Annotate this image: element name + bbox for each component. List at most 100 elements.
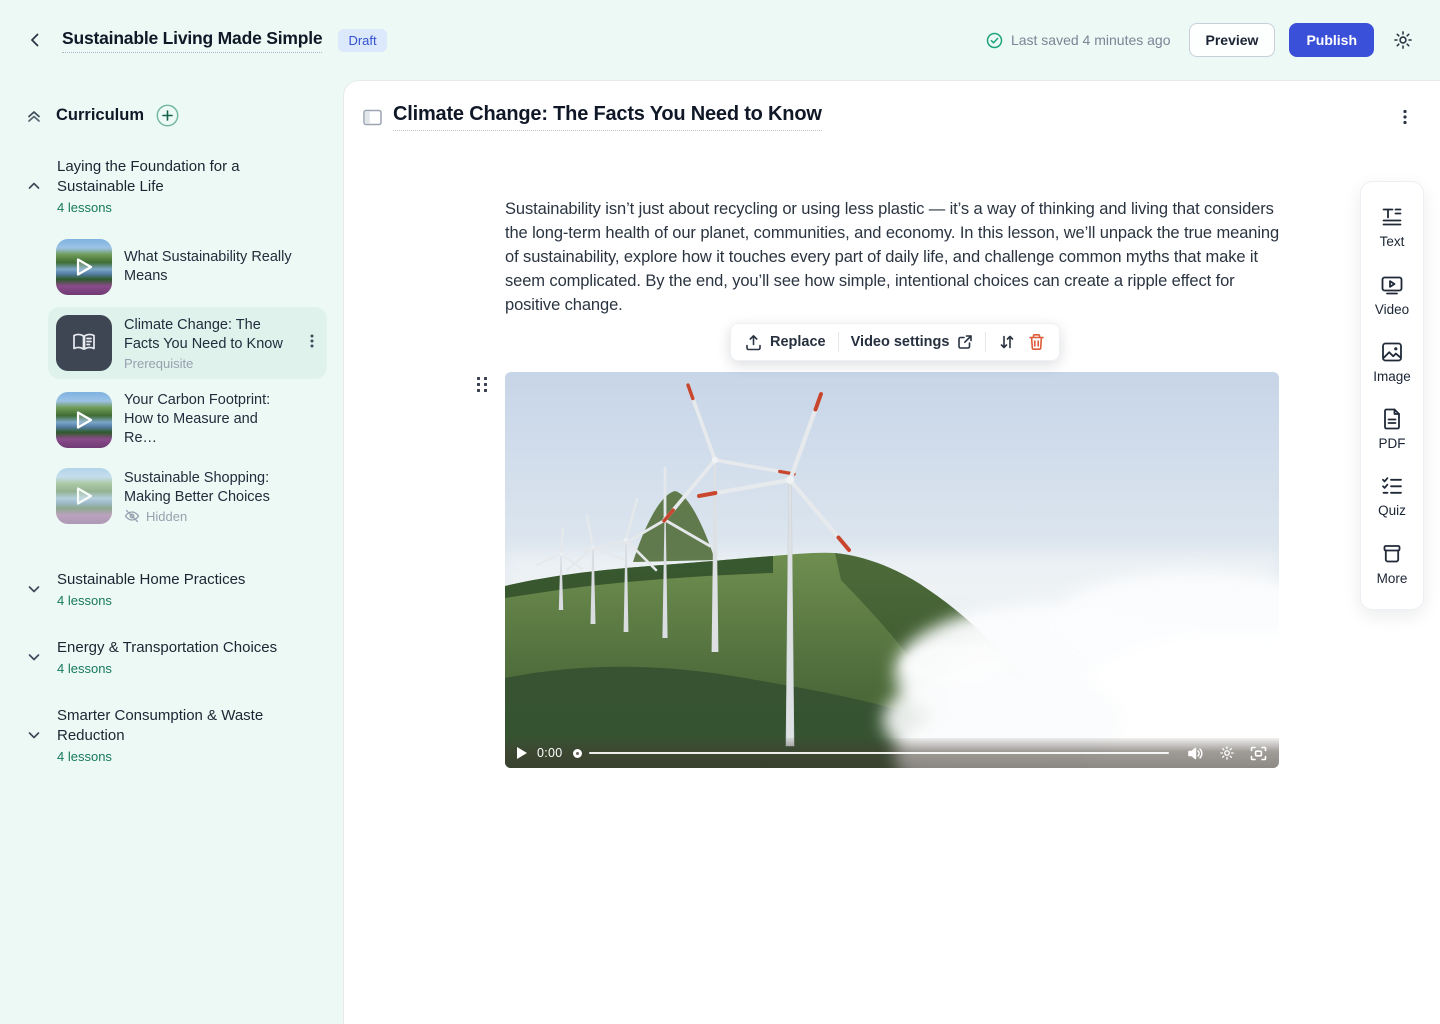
external-link-icon <box>957 334 973 350</box>
move-block-button[interactable] <box>998 333 1016 351</box>
section-lesson-count: 4 lessons <box>57 749 289 764</box>
video-timestamp: 0:00 <box>537 746 563 760</box>
curriculum-sidebar: Curriculum Laying the Foundation for a S… <box>0 80 343 1024</box>
section-title: Sustainable Home Practices <box>57 570 245 590</box>
image-block-icon <box>1380 340 1404 364</box>
add-section-button[interactable] <box>156 104 179 127</box>
add-pdf-block-button[interactable]: PDF <box>1379 407 1406 451</box>
replace-video-button[interactable]: Replace <box>745 334 826 351</box>
player-gear-icon <box>1219 745 1235 761</box>
kebab-menu-icon <box>1398 108 1412 126</box>
lesson-title: Sustainable Shopping: Making Better Choi… <box>124 469 319 507</box>
panel-left-icon <box>363 109 382 126</box>
lesson-row[interactable]: Your Carbon Footprint: How to Measure an… <box>48 383 327 456</box>
play-overlay-icon <box>56 468 112 524</box>
status-badge: Draft <box>338 29 386 52</box>
lesson-row[interactable]: What Sustainability Really Means <box>48 231 327 303</box>
lesson-page-title[interactable]: Climate Change: The Facts You Need to Kn… <box>393 103 822 131</box>
chevron-down-icon[interactable] <box>24 649 44 665</box>
more-blocks-button[interactable]: More <box>1377 542 1408 586</box>
chevron-left-icon <box>26 31 44 49</box>
video-thumbnail <box>56 392 112 448</box>
chevron-up-icon[interactable] <box>24 178 44 194</box>
curriculum-section[interactable]: Laying the Foundation for a Sustainable … <box>24 157 331 215</box>
back-button[interactable] <box>22 27 48 53</box>
section-title: Energy & Transportation Choices <box>57 638 277 658</box>
course-editor: Sustainable Living Made Simple Draft Las… <box>0 0 1440 1024</box>
chevron-down-icon[interactable] <box>24 727 44 743</box>
add-image-block-button[interactable]: Image <box>1373 340 1411 384</box>
open-book-icon <box>71 331 97 355</box>
video-player[interactable]: 0:00 <box>505 372 1279 768</box>
publish-button[interactable]: Publish <box>1289 23 1374 57</box>
sort-arrows-icon <box>998 333 1016 351</box>
collapse-all-button[interactable] <box>24 106 44 126</box>
toolbar-divider <box>838 332 839 352</box>
toolbar-divider <box>985 332 986 352</box>
chevron-down-icon[interactable] <box>24 581 44 597</box>
lesson-menu-button[interactable] <box>1394 104 1416 130</box>
upload-icon <box>745 334 762 351</box>
volume-button[interactable] <box>1187 746 1204 761</box>
add-quiz-block-button[interactable]: Quiz <box>1378 474 1406 518</box>
play-overlay-icon <box>56 392 112 448</box>
quiz-block-icon <box>1380 474 1404 498</box>
play-overlay-icon <box>56 239 112 295</box>
pdf-block-icon <box>1380 407 1404 431</box>
preview-button[interactable]: Preview <box>1189 23 1276 57</box>
curriculum-heading: Curriculum <box>56 106 144 125</box>
section-lesson-count: 4 lessons <box>57 661 277 676</box>
video-thumbnail <box>56 239 112 295</box>
eye-off-icon <box>124 509 140 523</box>
fullscreen-button[interactable] <box>1250 746 1267 761</box>
lesson-title: Climate Change: The Facts You Need to Kn… <box>124 316 293 354</box>
wind-turbines-video-frame <box>505 372 1279 768</box>
video-settings-button[interactable]: Video settings <box>851 334 974 350</box>
settings-button[interactable] <box>1388 25 1418 55</box>
lesson-subtitle: Hidden <box>146 509 187 524</box>
block-palette: Text Video Image PDF Quiz More <box>1360 181 1424 610</box>
seek-knob[interactable] <box>573 749 582 758</box>
lesson-editor-canvas: Climate Change: The Facts You Need to Kn… <box>343 80 1440 1024</box>
fullscreen-icon <box>1250 746 1267 761</box>
curriculum-section[interactable]: Smarter Consumption & Waste Reduction 4 … <box>24 706 331 764</box>
add-text-block-button[interactable]: Text <box>1380 205 1405 249</box>
section-lesson-count: 4 lessons <box>57 200 289 215</box>
lesson-list: What Sustainability Really Means Climate… <box>24 231 331 532</box>
lesson-title: Your Carbon Footprint: How to Measure an… <box>124 391 294 448</box>
kebab-menu-icon <box>305 333 319 349</box>
reading-thumbnail <box>56 315 112 371</box>
double-chevron-up-icon <box>24 106 44 126</box>
delete-block-button[interactable] <box>1028 333 1045 351</box>
seek-bar[interactable] <box>589 752 1169 755</box>
curriculum-section[interactable]: Energy & Transportation Choices 4 lesson… <box>24 638 331 676</box>
course-title[interactable]: Sustainable Living Made Simple <box>62 28 322 53</box>
toggle-sidebar-button[interactable] <box>363 109 382 126</box>
video-thumbnail <box>56 468 112 524</box>
section-title: Smarter Consumption & Waste Reduction <box>57 706 289 746</box>
player-settings-button[interactable] <box>1219 745 1235 761</box>
text-block-icon <box>1380 205 1404 229</box>
section-lesson-count: 4 lessons <box>57 593 245 608</box>
check-circle-icon <box>986 32 1003 49</box>
top-bar: Sustainable Living Made Simple Draft Las… <box>0 0 1440 80</box>
trash-icon <box>1028 333 1045 351</box>
video-control-bar: 0:00 <box>505 738 1279 768</box>
gear-icon <box>1392 29 1414 51</box>
curriculum-section[interactable]: Sustainable Home Practices 4 lessons <box>24 570 331 608</box>
lesson-menu-button[interactable] <box>305 333 319 354</box>
play-button[interactable] <box>517 747 527 759</box>
video-block-icon <box>1380 273 1404 297</box>
volume-icon <box>1187 746 1204 761</box>
add-video-block-button[interactable]: Video <box>1375 273 1409 317</box>
block-drag-handle[interactable] <box>477 377 491 397</box>
video-block-toolbar: Replace Video settings <box>730 323 1060 361</box>
lesson-title: What Sustainability Really Means <box>124 248 319 286</box>
lesson-row-selected[interactable]: Climate Change: The Facts You Need to Kn… <box>48 307 327 379</box>
lesson-row-hidden[interactable]: Sustainable Shopping: Making Better Choi… <box>48 460 327 532</box>
section-title: Laying the Foundation for a Sustainable … <box>57 157 289 197</box>
save-status-label: Last saved 4 minutes ago <box>1011 32 1171 48</box>
save-status: Last saved 4 minutes ago <box>986 32 1171 49</box>
more-block-icon <box>1380 542 1404 566</box>
lesson-text-block[interactable]: Sustainability isn’t just about recyclin… <box>505 197 1283 317</box>
